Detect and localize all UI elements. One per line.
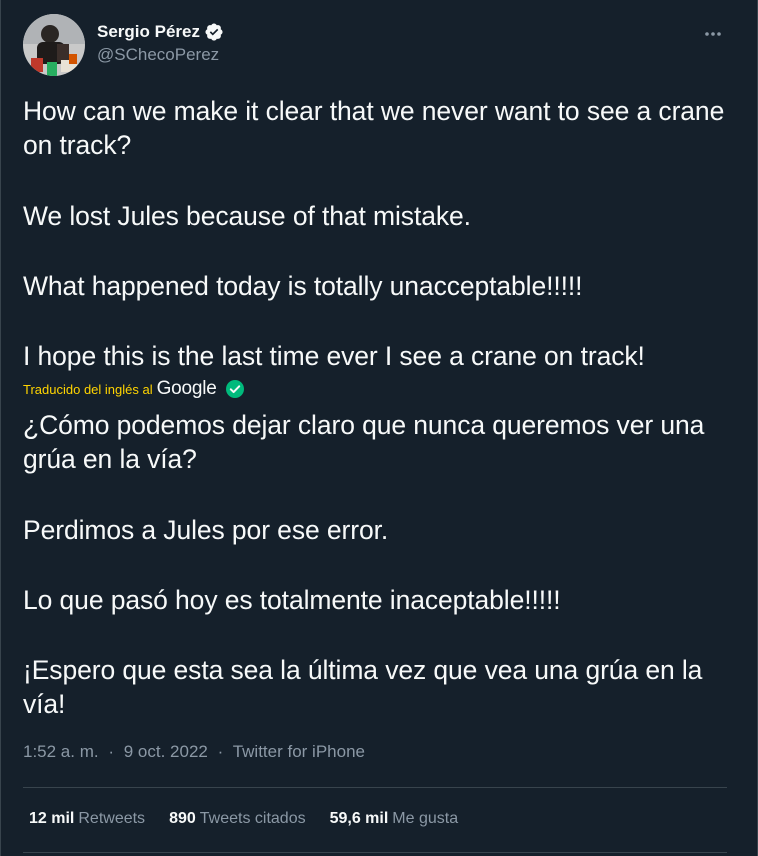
check-circle-icon — [225, 379, 245, 399]
tweet-time[interactable]: 1:52 a. m. — [23, 742, 99, 761]
tweet-source[interactable]: Twitter for iPhone — [233, 742, 365, 761]
tweet-text-paragraph: What happened today is totally unaccepta… — [23, 271, 583, 301]
quotes-count: 890 — [169, 810, 196, 827]
likes-count: 59,6 mil — [329, 810, 389, 827]
meta-separator: · — [108, 742, 115, 761]
likes-label: Me gusta — [392, 810, 459, 827]
divider — [23, 787, 727, 788]
verified-badge-icon — [204, 22, 224, 42]
likes-stat[interactable]: 59,6 mil Me gusta — [330, 810, 459, 828]
tweet-text-paragraph: We lost Jules because of that mistake. — [23, 201, 471, 231]
tweet-card: Sergio Pérez @SChecoPerez How can we mak… — [0, 0, 758, 856]
tweet-meta: 1:52 a. m. · 9 oct. 2022 · Twitter for i… — [23, 742, 365, 762]
tweet-date[interactable]: 9 oct. 2022 — [124, 742, 208, 761]
quotes-stat[interactable]: 890 Tweets citados — [169, 810, 306, 828]
translation-label: Traducido del inglés al — [23, 381, 153, 397]
avatar[interactable] — [23, 14, 85, 76]
retweets-count: 12 mil — [29, 810, 75, 827]
translation-provider: Google — [156, 378, 217, 399]
tweet-text-paragraph: I hope this is the last time ever I see … — [23, 341, 645, 371]
translated-text-paragraph: ¿Cómo podemos dejar claro que nunca quer… — [23, 410, 705, 474]
translated-text-paragraph: ¡Espero que esta sea la última vez que v… — [23, 655, 703, 719]
more-options-button[interactable] — [699, 22, 727, 46]
meta-separator: · — [217, 742, 224, 761]
translation-attribution[interactable]: Traducido del inglés al Google — [23, 378, 245, 400]
divider — [23, 852, 727, 853]
translated-text-paragraph: Perdimos a Jules por ese error. — [23, 515, 389, 545]
retweets-label: Retweets — [78, 810, 146, 827]
author-names: Sergio Pérez @SChecoPerez — [97, 22, 224, 66]
quotes-label: Tweets citados — [199, 810, 306, 827]
retweets-stat[interactable]: 12 mil Retweets — [29, 810, 145, 828]
engagement-stats: 12 mil Retweets 890 Tweets citados 59,6 mi… — [29, 810, 458, 828]
tweet-text-paragraph: How can we make it clear that we never w… — [23, 96, 725, 160]
tweet-header: Sergio Pérez @SChecoPerez — [23, 14, 735, 78]
avatar-image — [23, 14, 85, 76]
translated-text-paragraph: Lo que pasó hoy es totalmente inaceptabl… — [23, 585, 561, 615]
name-row: Sergio Pérez — [97, 22, 224, 42]
display-name[interactable]: Sergio Pérez — [97, 22, 200, 42]
handle[interactable]: @SChecoPerez — [97, 45, 224, 65]
more-options-icon — [705, 32, 721, 36]
